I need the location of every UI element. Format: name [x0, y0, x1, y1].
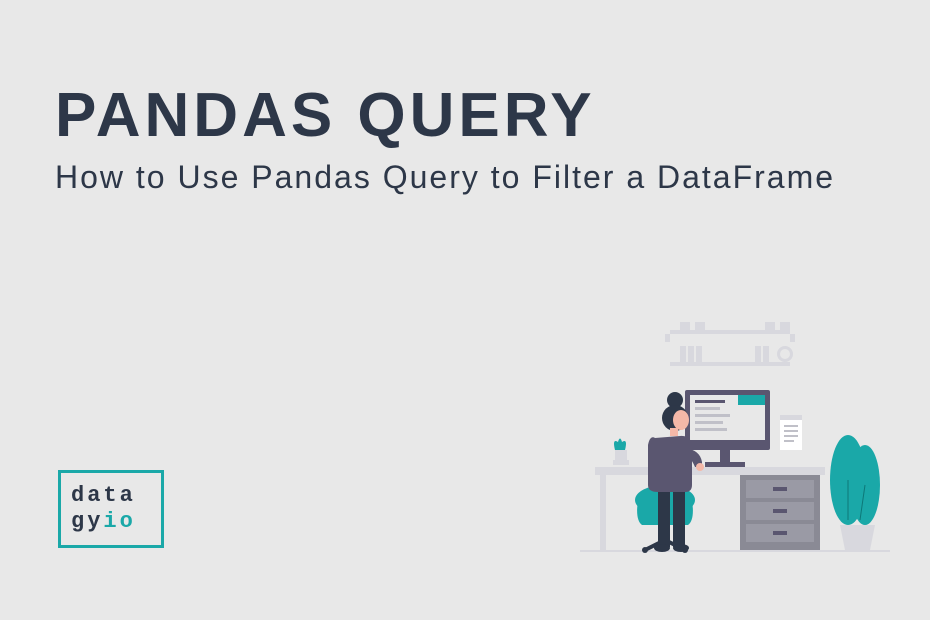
- page-subtitle: How to Use Pandas Query to Filter a Data…: [55, 155, 875, 200]
- desk-illustration: [540, 320, 890, 590]
- logo-line-1: data: [71, 483, 151, 509]
- datagy-logo: data gyio: [58, 470, 164, 548]
- page-title: PANDAS QUERY: [55, 85, 875, 147]
- logo-line-2: gyio: [71, 509, 151, 535]
